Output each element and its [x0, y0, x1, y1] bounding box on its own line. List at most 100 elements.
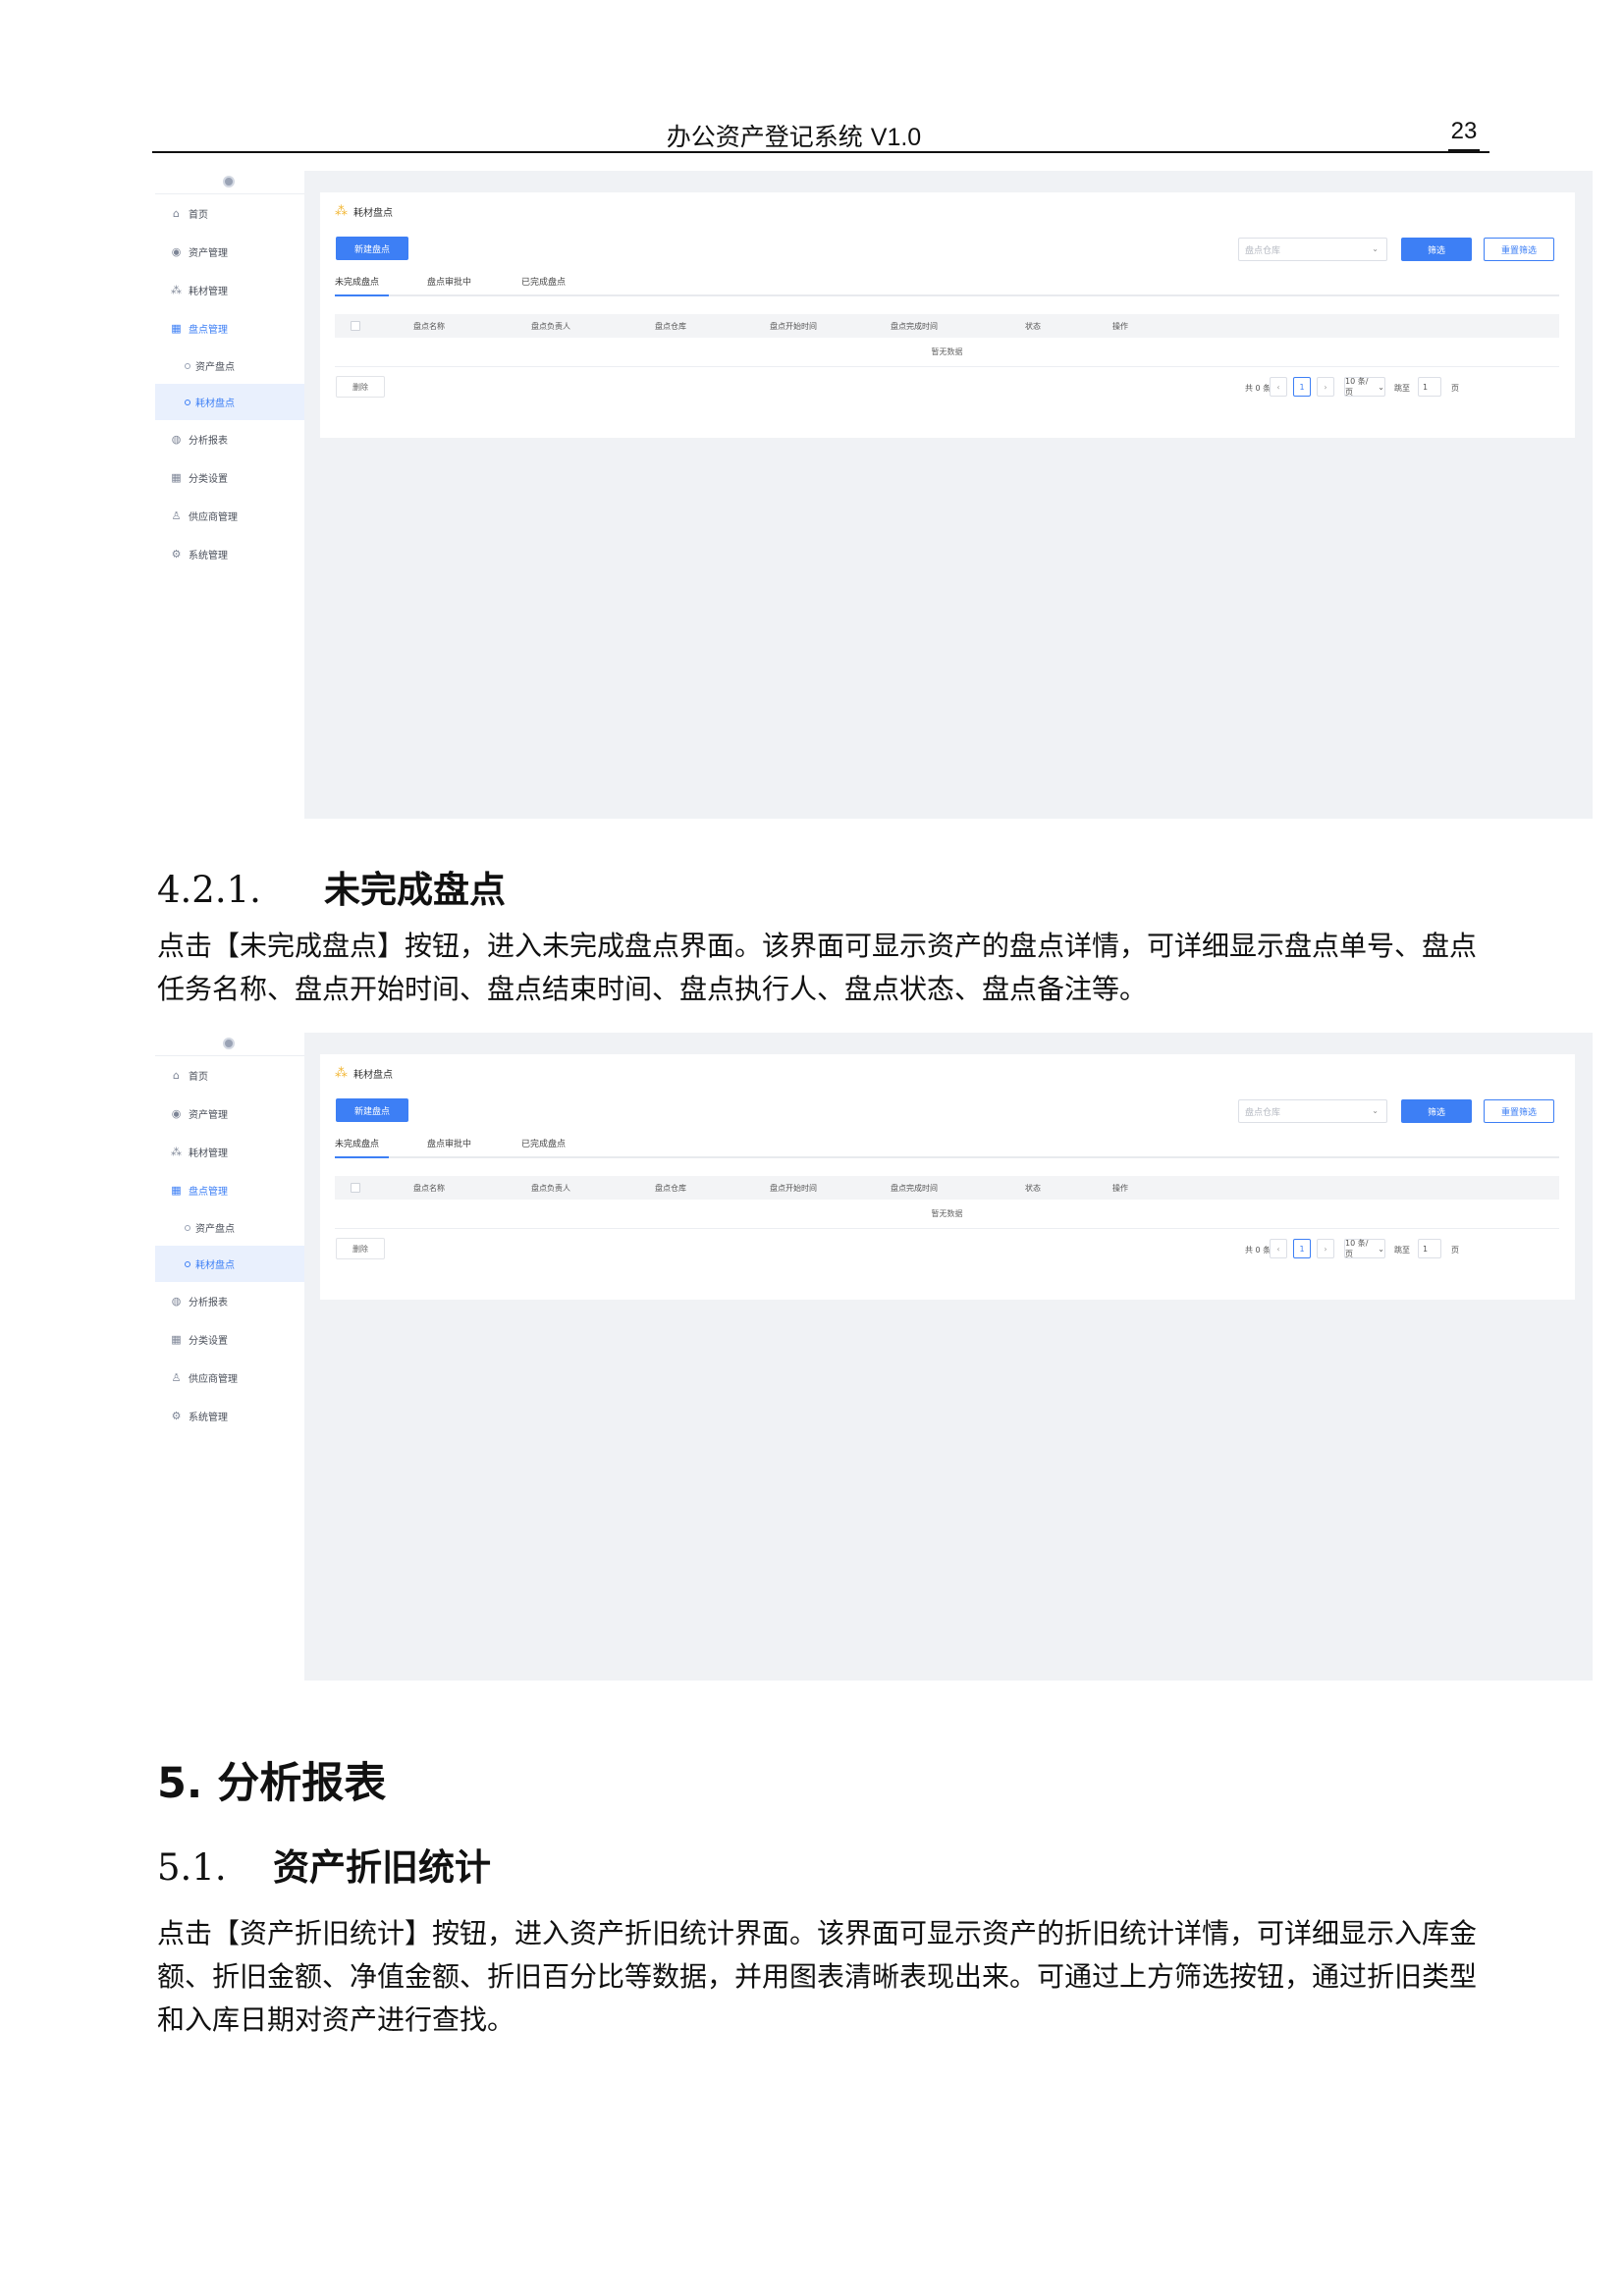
new-inventory-button[interactable]: 新建盘点	[336, 237, 408, 260]
sidebar-item[interactable]: ♙ 供应商管理	[155, 497, 304, 535]
sidebar-item[interactable]: ▦ 分类设置	[155, 1320, 304, 1359]
sidebar-subitem[interactable]: 资产盘点	[155, 1209, 304, 1246]
col-warehouse: 盘点仓库	[655, 1184, 686, 1193]
sidebar: ⌂ 首页 ◉ 资产管理 ⁂ 耗材管理 ▦ 盘点管理 资产盘点 耗材盘点 ◍ 分析报表 ▦ 分类设置 ♙ 供…	[155, 1033, 304, 1681]
report-icon: ◍	[171, 433, 182, 446]
sidebar-nav-sub: 资产盘点耗材盘点	[155, 347, 304, 420]
sidebar-item[interactable]: ⁂ 耗材管理	[155, 271, 304, 309]
pagination-next-button[interactable]: ›	[1317, 377, 1334, 397]
sidebar-item-label: 耗材管理	[189, 287, 228, 297]
table-header: 盘点名称 盘点负责人 盘点仓库 盘点开始时间 盘点完成时间 状态 操作	[335, 1176, 1559, 1200]
tab-incomplete[interactable]: 未完成盘点	[335, 1137, 379, 1149]
chevron-right-icon: ›	[1324, 1244, 1327, 1254]
sidebar-item-label: 耗材管理	[189, 1148, 228, 1159]
sidebar-item[interactable]: ⌂ 首页	[155, 194, 304, 233]
document-title-text: 办公资产登记系统	[666, 123, 863, 151]
sidebar-item[interactable]: ⁂ 耗材管理	[155, 1133, 304, 1171]
pagination-prev-button[interactable]: ‹	[1270, 1239, 1287, 1258]
sidebar-item[interactable]: ◍ 分析报表	[155, 420, 304, 458]
filter-button[interactable]: 筛选	[1401, 1099, 1472, 1123]
new-inventory-button[interactable]: 新建盘点	[336, 1098, 408, 1122]
tab-approving[interactable]: 盘点审批中	[427, 1137, 471, 1149]
card-title: 耗材盘点	[353, 208, 393, 219]
sidebar-item[interactable]: ▦ 分类设置	[155, 458, 304, 497]
col-status: 状态	[1025, 1184, 1041, 1193]
tab-approving[interactable]: 盘点审批中	[427, 275, 471, 288]
sidebar-subitem[interactable]: 耗材盘点	[155, 384, 304, 420]
pagination-jump-input[interactable]: 1	[1418, 1239, 1441, 1258]
sidebar-item-label: 系统管理	[189, 1413, 228, 1423]
consumable-icon: ⁂	[335, 204, 348, 219]
card-header: ⁂ 耗材盘点	[335, 204, 393, 219]
sidebar-item[interactable]: ⌂ 首页	[155, 1056, 304, 1095]
asset-icon: ◉	[171, 245, 182, 258]
app-screenshot-1: ⌂ 首页 ◉ 资产管理 ⁂ 耗材管理 ▦ 盘点管理 资产盘点 耗材盘点 ◍ 分析报表 ▦ 分类设置 ♙ 供…	[155, 171, 1593, 819]
tab-completed[interactable]: 已完成盘点	[521, 275, 566, 288]
sidebar-item-label: 分析报表	[189, 1298, 228, 1308]
reset-filter-button[interactable]: 重置筛选	[1484, 238, 1554, 261]
pagination-next-button[interactable]: ›	[1317, 1239, 1334, 1258]
tab-completed[interactable]: 已完成盘点	[521, 1137, 566, 1149]
user-icon: ♙	[171, 509, 182, 522]
pagination-current-page[interactable]: 1	[1293, 1239, 1311, 1258]
active-tab-indicator	[335, 294, 389, 296]
section-title: 分析报表	[217, 1759, 387, 1808]
page-number: 23	[1438, 118, 1489, 151]
sidebar-item[interactable]: ⚙ 系统管理	[155, 535, 304, 573]
section-4-2-1-heading: 4.2.1. 未完成盘点	[157, 860, 506, 913]
sidebar-item[interactable]: ◍ 分析报表	[155, 1282, 304, 1320]
home-icon: ⌂	[173, 207, 180, 220]
tab-incomplete[interactable]: 未完成盘点	[335, 275, 379, 288]
delete-button[interactable]: 删除	[336, 1238, 385, 1259]
sidebar-subitem[interactable]: 资产盘点	[155, 347, 304, 384]
sidebar-nav-after: ◍ 分析报表 ▦ 分类设置 ♙ 供应商管理 ⚙ 系统管理	[155, 420, 304, 573]
user-icon: ♙	[171, 1371, 182, 1384]
sidebar-subitem[interactable]: 耗材盘点	[155, 1246, 304, 1282]
table-empty-state: 暂无数据	[335, 1200, 1559, 1229]
col-end-time: 盘点完成时间	[891, 1184, 938, 1193]
chevron-down-icon: ⌄	[1372, 244, 1379, 253]
section-5-1-heading: 5.1. 资产折旧统计	[157, 1838, 491, 1891]
select-all-checkbox[interactable]	[351, 321, 360, 331]
consumable-icon: ⁂	[171, 1146, 182, 1158]
section-5-heading: 5. 分析报表	[157, 1749, 386, 1810]
pagination-total: 共 0 条	[1245, 1246, 1272, 1255]
col-start-time: 盘点开始时间	[770, 1184, 817, 1193]
calendar-icon: ▦	[171, 1184, 182, 1197]
chevron-down-icon: ⌄	[1378, 1244, 1384, 1254]
reset-filter-button[interactable]: 重置筛选	[1484, 1099, 1554, 1123]
chevron-down-icon: ⌄	[1378, 382, 1384, 392]
col-warehouse: 盘点仓库	[655, 322, 686, 331]
filter-button[interactable]: 筛选	[1401, 238, 1472, 261]
delete-button[interactable]: 删除	[336, 376, 385, 398]
chevron-left-icon: ‹	[1276, 1244, 1280, 1254]
page-size-select[interactable]: 10 条/页 ⌄	[1344, 1239, 1385, 1258]
sidebar-logo-row	[155, 171, 304, 194]
col-actions: 操作	[1112, 322, 1128, 331]
select-all-checkbox[interactable]	[351, 1183, 360, 1193]
pagination-current-page[interactable]: 1	[1293, 377, 1311, 397]
sidebar-item[interactable]: ▦ 盘点管理	[155, 1171, 304, 1209]
pagination-prev-button[interactable]: ‹	[1270, 377, 1287, 397]
section-title: 资产折旧统计	[273, 1846, 491, 1889]
sidebar-item[interactable]: ▦ 盘点管理	[155, 309, 304, 347]
tab-bar: 未完成盘点 盘点审批中 已完成盘点	[335, 269, 1559, 296]
page-size-value: 10 条/页	[1345, 1239, 1369, 1258]
sidebar-item[interactable]: ◉ 资产管理	[155, 233, 304, 271]
sidebar-item-label: 盘点管理	[189, 1187, 228, 1198]
document-version: V1.0	[870, 124, 922, 151]
sidebar-item[interactable]: ⚙ 系统管理	[155, 1397, 304, 1435]
sidebar-item[interactable]: ◉ 资产管理	[155, 1095, 304, 1133]
sidebar-subitem-label: 资产盘点	[195, 362, 235, 373]
asset-icon: ◉	[171, 1107, 182, 1120]
page-size-select[interactable]: 10 条/页 ⌄	[1344, 377, 1385, 397]
sidebar-item[interactable]: ♙ 供应商管理	[155, 1359, 304, 1397]
col-name: 盘点名称	[413, 1184, 445, 1193]
warehouse-select-placeholder: 盘点仓库	[1245, 1107, 1281, 1118]
warehouse-select[interactable]: 盘点仓库 ⌄	[1238, 1099, 1387, 1123]
sidebar-nav-top: ⌂ 首页 ◉ 资产管理 ⁂ 耗材管理 ▦ 盘点管理	[155, 1056, 304, 1209]
pagination-jump-input[interactable]: 1	[1418, 377, 1441, 397]
app-screenshot-2: ⌂ 首页 ◉ 资产管理 ⁂ 耗材管理 ▦ 盘点管理 资产盘点 耗材盘点 ◍ 分析报表 ▦ 分类设置 ♙ 供…	[155, 1033, 1593, 1681]
warehouse-select[interactable]: 盘点仓库 ⌄	[1238, 238, 1387, 261]
bullet-icon	[185, 1260, 190, 1267]
